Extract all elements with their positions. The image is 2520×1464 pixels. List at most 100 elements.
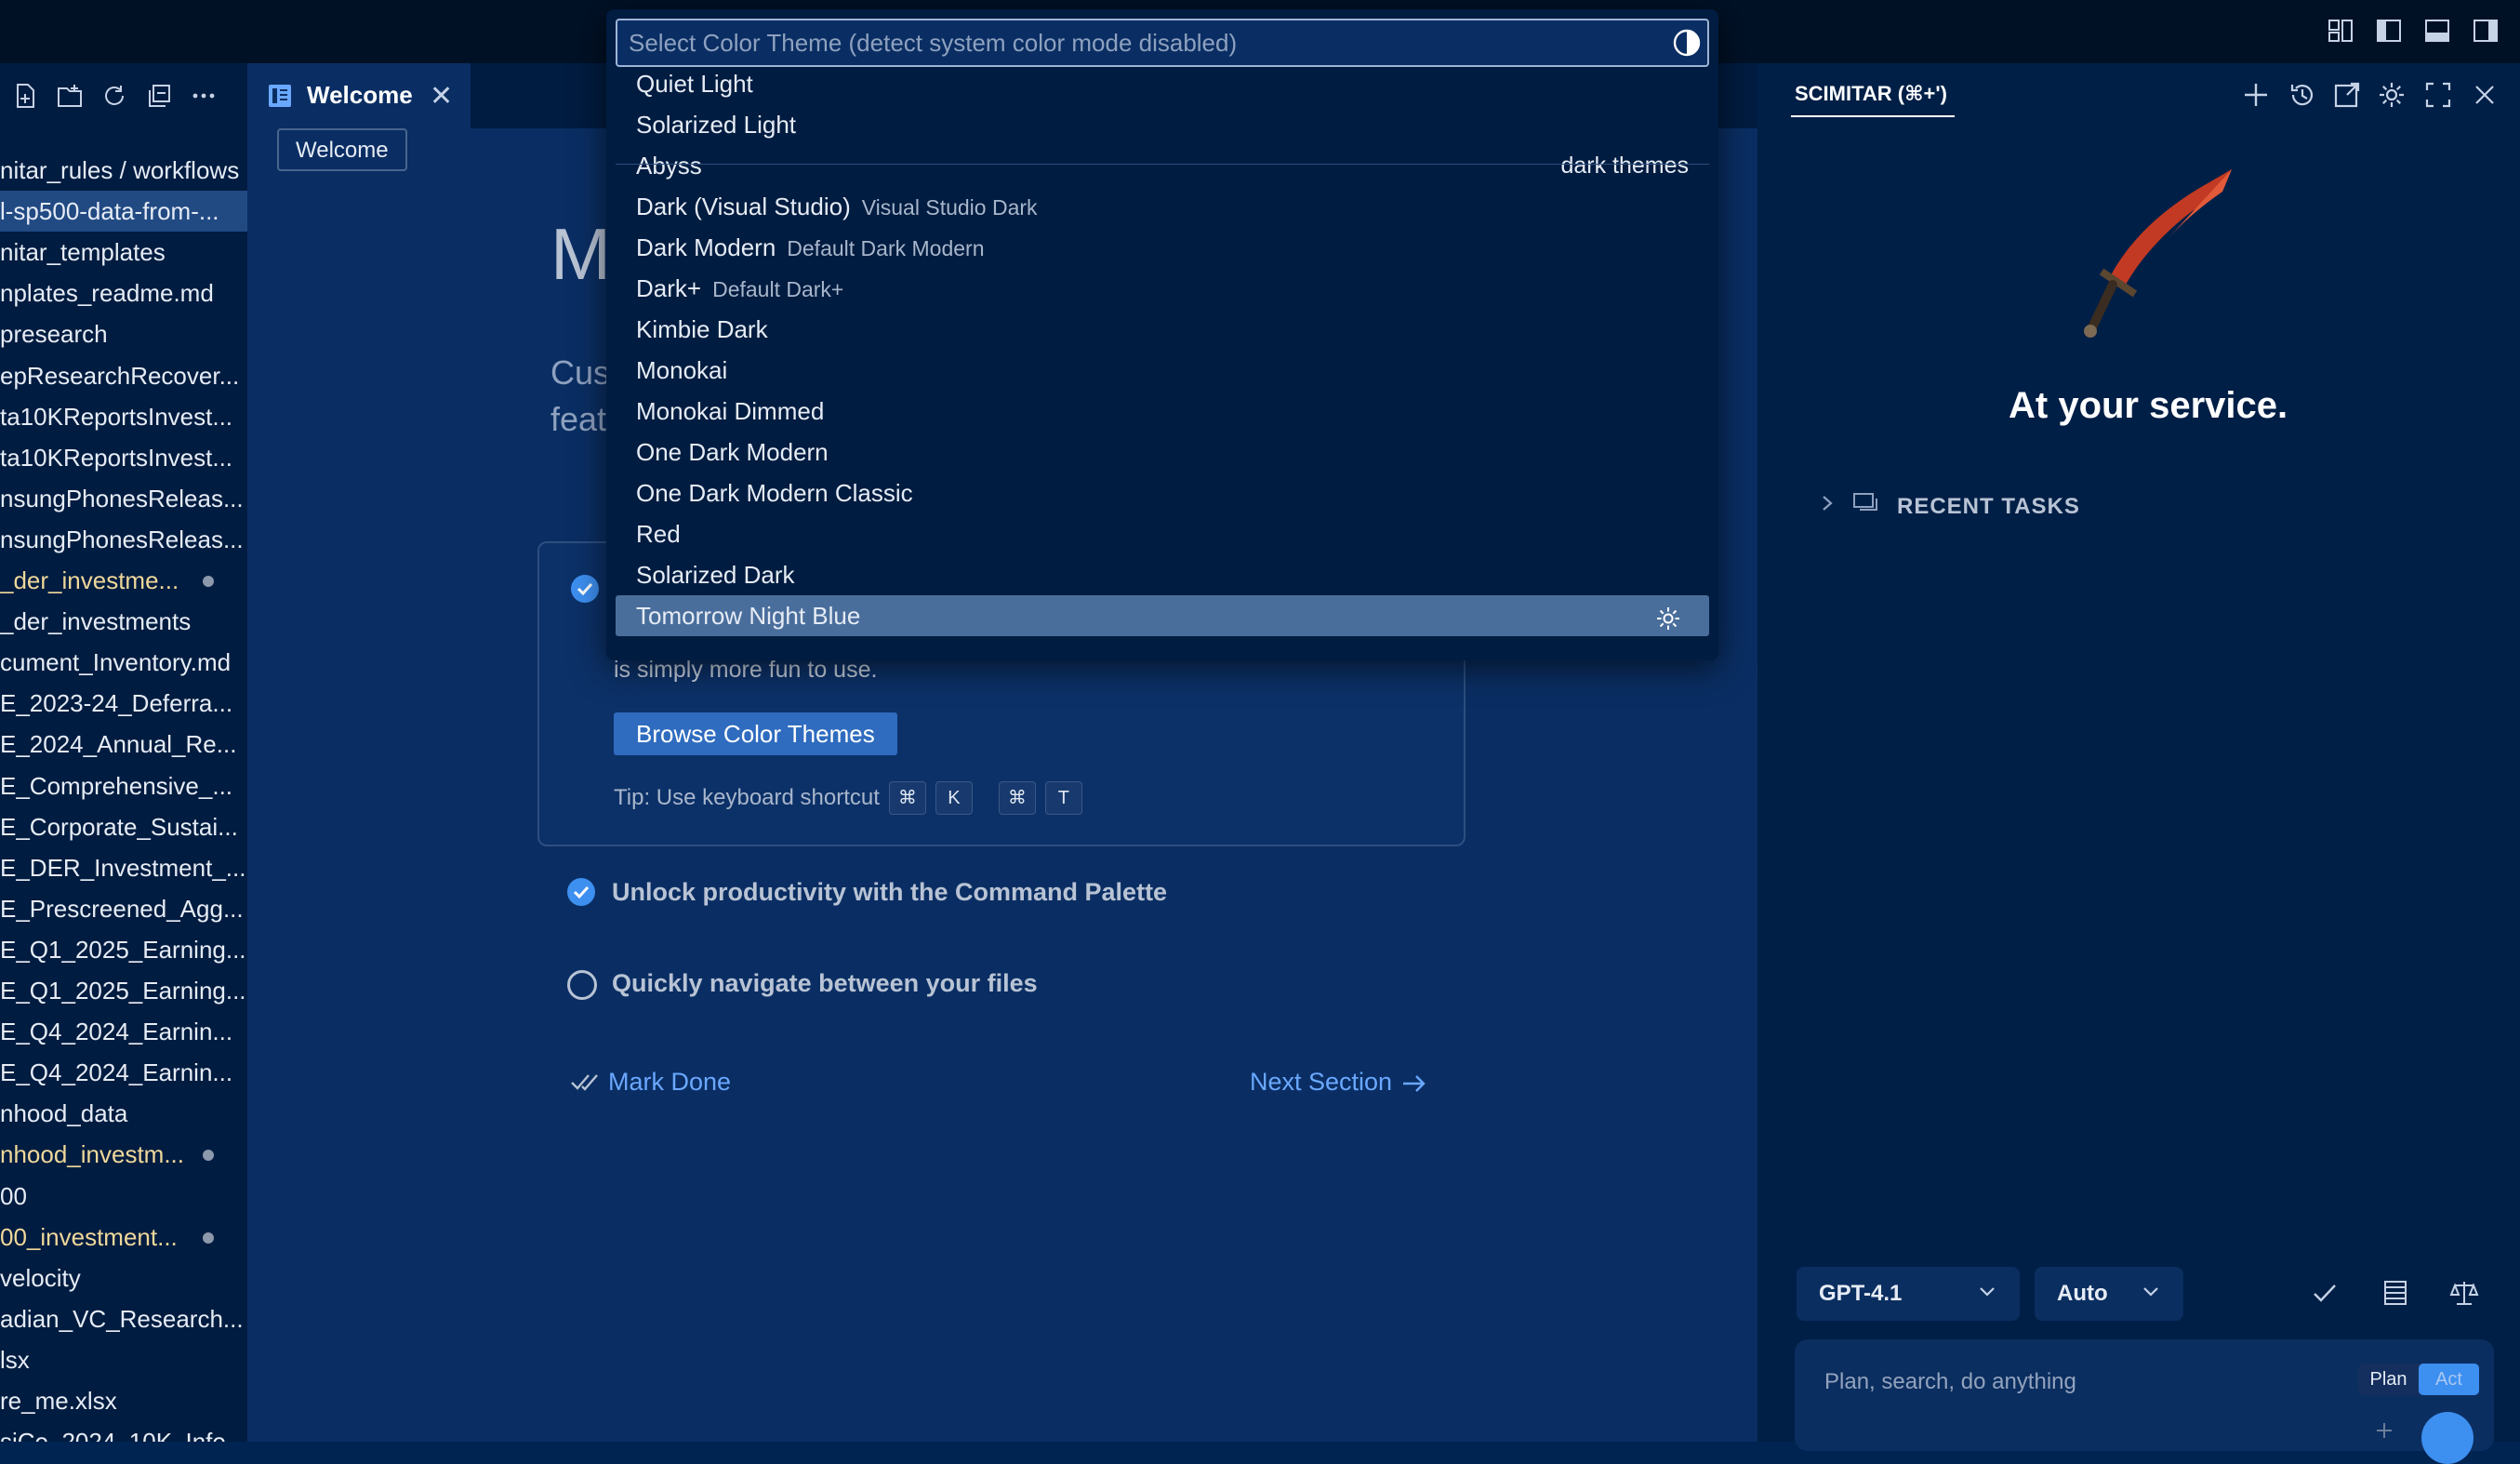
file-tree-item[interactable]: E_Comprehensive_... — [0, 765, 247, 806]
next-section-link[interactable]: Next Section — [1250, 1068, 1392, 1097]
file-tree-item[interactable]: 00 — [0, 1176, 247, 1217]
close-panel-icon[interactable] — [2470, 80, 2500, 110]
toggle-secondary-sidebar-icon[interactable] — [2472, 17, 2500, 45]
plan-option[interactable]: Plan — [2358, 1364, 2419, 1395]
theme-option-label: Solarized Dark — [636, 561, 795, 589]
new-file-icon[interactable] — [11, 82, 39, 110]
theme-option-description: Visual Studio Dark — [861, 195, 1038, 220]
file-tree-item[interactable]: nplates_readme.md — [0, 273, 247, 313]
step-incomplete-circle-icon — [567, 970, 597, 1000]
file-tree-item[interactable]: re_me.xlsx — [0, 1380, 247, 1421]
file-tree-item[interactable]: epResearchRecover... — [0, 355, 247, 396]
settings-gear-icon[interactable] — [2377, 80, 2407, 110]
theme-option[interactable]: Tomorrow Night Blue — [616, 595, 1709, 636]
maximize-icon[interactable] — [2423, 80, 2453, 110]
act-option[interactable]: Act — [2419, 1364, 2479, 1395]
send-button[interactable] — [2421, 1412, 2474, 1464]
theme-option[interactable]: One Dark Modern Classic — [616, 472, 1709, 513]
file-tree-item[interactable]: E_Q1_2025_Earning... — [0, 970, 247, 1011]
manage-gear-icon[interactable] — [1655, 603, 1681, 630]
theme-option[interactable]: Dark+ Default Dark+ — [616, 268, 1709, 309]
theme-option[interactable]: Dark Modern Default Dark Modern — [616, 227, 1709, 268]
file-tree-item[interactable]: siCo_2024_10K_Info... — [0, 1421, 247, 1442]
arrow-right-icon[interactable] — [1400, 1070, 1428, 1098]
file-tree-item[interactable]: E_Q4_2024_Earnin... — [0, 1011, 247, 1052]
file-name: re_me.xlsx — [0, 1387, 117, 1415]
file-tree-item[interactable]: adian_VC_Research... — [0, 1298, 247, 1339]
file-tree-item[interactable]: velocity — [0, 1258, 247, 1298]
mode-select[interactable]: Auto — [2035, 1267, 2183, 1321]
file-tree-item[interactable]: nitar_templates — [0, 232, 247, 273]
model-select[interactable]: GPT-4.1 — [1797, 1267, 2020, 1321]
file-tree-item[interactable]: cument_Inventory.md — [0, 642, 247, 683]
chevron-right-icon — [1819, 492, 1836, 521]
step-command-palette[interactable]: Unlock productivity with the Command Pal… — [612, 878, 1167, 907]
theme-option[interactable]: Solarized Dark — [616, 554, 1709, 595]
customize-layout-icon[interactable] — [2327, 17, 2354, 45]
file-tree-item[interactable]: E_Q1_2025_Earning... — [0, 929, 247, 970]
file-name: E_Corporate_Sustai... — [0, 812, 238, 841]
file-tree-item[interactable]: presearch — [0, 313, 247, 354]
theme-option[interactable]: Abyss dark themes — [616, 145, 1709, 186]
theme-option-label: Dark+ — [636, 274, 702, 302]
file-tree-item[interactable]: nhood_investm... — [0, 1134, 247, 1175]
file-tree-item[interactable]: E_DER_Investment_... — [0, 847, 247, 888]
list-icon[interactable] — [2381, 1278, 2410, 1308]
chat-input[interactable]: Plan, search, do anything — [1824, 1369, 2076, 1395]
modified-dot-icon — [203, 1231, 214, 1244]
theme-option-label: Monokai — [636, 356, 728, 384]
step-navigate-files[interactable]: Quickly navigate between your files — [612, 969, 1038, 998]
theme-option-label: Kimbie Dark — [636, 315, 768, 343]
new-folder-icon[interactable] — [56, 82, 84, 110]
file-name: cument_Inventory.md — [0, 648, 232, 677]
theme-option[interactable]: One Dark Modern — [616, 432, 1709, 472]
file-name: ta10KReportsInvest... — [0, 443, 233, 472]
theme-option[interactable]: Dark (Visual Studio) Visual Studio Dark — [616, 186, 1709, 227]
mark-done-link[interactable]: Mark Done — [608, 1068, 731, 1097]
file-tree-item[interactable]: _der_investments — [0, 601, 247, 642]
checkmark-icon[interactable] — [2310, 1278, 2340, 1308]
tab-close-icon[interactable]: ✕ — [430, 80, 453, 113]
file-tree-item[interactable]: nhood_data — [0, 1093, 247, 1134]
toggle-primary-sidebar-icon[interactable] — [2375, 17, 2403, 45]
theme-option[interactable]: Red — [616, 513, 1709, 554]
browse-color-themes-button[interactable]: Browse Color Themes — [614, 712, 897, 755]
color-theme-quick-pick: Quiet Light Solarized Light Abyss dark them… — [606, 9, 1718, 660]
file-tree-item[interactable]: ta10KReportsInvest... — [0, 437, 247, 478]
file-tree-item[interactable]: E_Prescreened_Agg... — [0, 888, 247, 929]
plan-act-toggle[interactable]: Plan Act — [2358, 1364, 2479, 1395]
new-task-icon[interactable] — [2241, 80, 2271, 110]
history-icon[interactable] — [2288, 80, 2317, 110]
file-tree-item[interactable]: E_Q4_2024_Earnin... — [0, 1052, 247, 1093]
file-tree-item[interactable]: l-sp500-data-from-... — [0, 191, 247, 233]
open-in-editor-icon[interactable] — [2332, 80, 2362, 110]
file-name: presearch — [0, 320, 108, 349]
file-tree-item[interactable]: nsungPhonesReleas... — [0, 519, 247, 560]
refresh-icon[interactable] — [100, 82, 128, 110]
file-tree-item[interactable]: lsx — [0, 1339, 247, 1380]
scale-icon[interactable] — [2449, 1278, 2479, 1308]
more-actions-icon[interactable] — [190, 82, 218, 110]
file-tree-item[interactable]: E_Corporate_Sustai... — [0, 806, 247, 847]
file-tree-item[interactable]: 00_investment... — [0, 1217, 247, 1258]
step-description: is simply more fun to use. — [614, 657, 878, 683]
file-tree-item[interactable]: E_2023-24_Deferra... — [0, 683, 247, 724]
theme-search-input[interactable] — [616, 19, 1709, 67]
theme-option[interactable]: Solarized Light — [616, 104, 1709, 145]
add-context-icon[interactable] — [2375, 1421, 2394, 1440]
contrast-toggle-icon[interactable] — [1672, 28, 1702, 58]
file-tree-item[interactable]: E_2024_Annual_Re... — [0, 724, 247, 765]
theme-option[interactable]: Monokai Dimmed — [616, 391, 1709, 432]
theme-option[interactable]: Kimbie Dark — [616, 309, 1709, 350]
theme-option[interactable]: Quiet Light — [616, 63, 1709, 104]
file-tree-item[interactable]: ta10KReportsInvest... — [0, 396, 247, 437]
file-tree-item[interactable]: nitar_rules / workflows — [0, 150, 247, 191]
file-tree-item[interactable]: _der_investme... — [0, 560, 247, 601]
collapse-all-icon[interactable] — [145, 82, 173, 110]
theme-option-label: One Dark Modern — [636, 438, 829, 466]
toggle-panel-icon[interactable] — [2423, 17, 2451, 45]
file-tree-item[interactable]: nsungPhonesReleas... — [0, 478, 247, 519]
recent-tasks-toggle[interactable]: RECENT TASKS — [1819, 491, 2080, 522]
file-name: nsungPhonesReleas... — [0, 484, 244, 512]
theme-option[interactable]: Monokai — [616, 350, 1709, 391]
